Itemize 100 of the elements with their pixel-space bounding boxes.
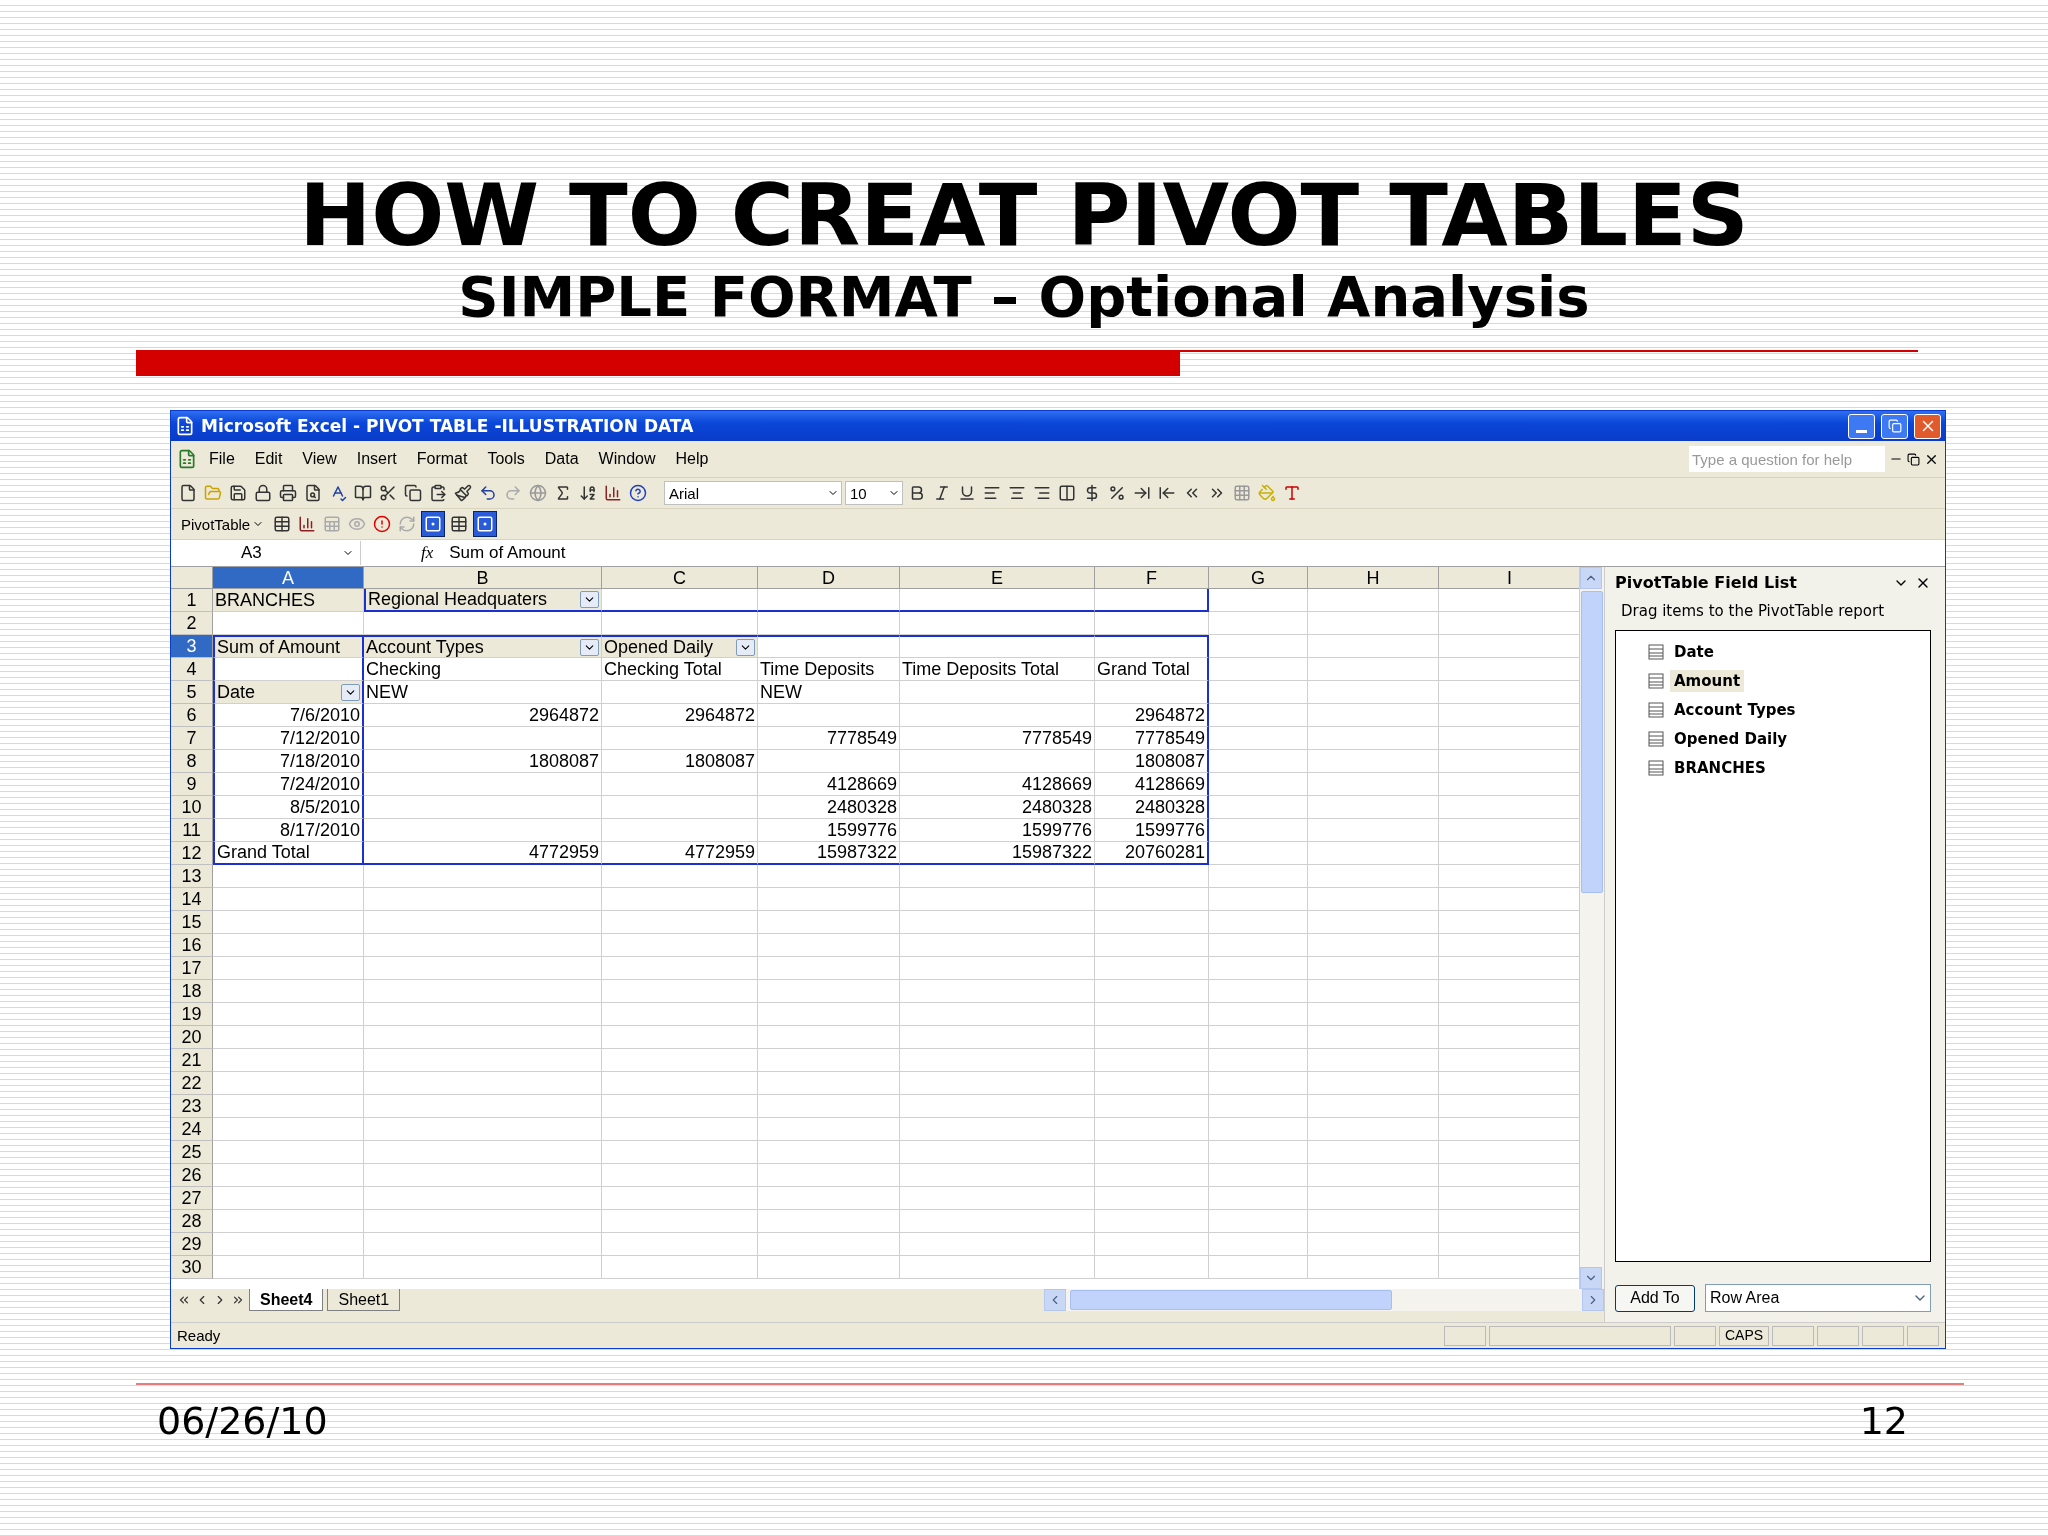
window-icon[interactable] bbox=[476, 515, 495, 533]
chart-icon[interactable] bbox=[604, 484, 622, 502]
pivot-field-cell[interactable]: Sum of Amount bbox=[213, 635, 364, 658]
column-header[interactable]: I bbox=[1439, 567, 1579, 589]
row-header[interactable]: 24 bbox=[171, 1118, 213, 1141]
menu-item[interactable]: File bbox=[201, 448, 243, 470]
row-header[interactable]: 7 bbox=[171, 727, 213, 750]
row-header[interactable]: 29 bbox=[171, 1233, 213, 1256]
scroll-right-button[interactable] bbox=[1582, 1289, 1604, 1311]
minimize-button[interactable] bbox=[1848, 413, 1875, 439]
copy-icon[interactable] bbox=[404, 484, 422, 502]
row-header[interactable]: 12 bbox=[171, 842, 213, 865]
restore-button[interactable] bbox=[1881, 413, 1908, 439]
cut-icon[interactable] bbox=[379, 484, 397, 502]
column-header[interactable]: A bbox=[213, 567, 364, 589]
dropdown-button[interactable] bbox=[580, 591, 599, 608]
row-header[interactable]: 20 bbox=[171, 1026, 213, 1049]
column-header[interactable]: G bbox=[1209, 567, 1308, 589]
italic-icon[interactable] bbox=[933, 484, 951, 502]
row-header[interactable]: 9 bbox=[171, 773, 213, 796]
menu-item[interactable]: Format bbox=[408, 448, 476, 470]
field-item[interactable]: Opened Daily bbox=[1670, 728, 1792, 750]
field-item[interactable]: Account Types bbox=[1670, 699, 1800, 721]
row-header[interactable]: 28 bbox=[171, 1210, 213, 1233]
menu-item[interactable]: Data bbox=[536, 448, 587, 470]
field-item[interactable]: Amount bbox=[1670, 670, 1745, 692]
area-select[interactable]: Row Area bbox=[1705, 1284, 1931, 1312]
menu-item[interactable]: View bbox=[294, 448, 345, 470]
percent-icon[interactable] bbox=[1108, 484, 1126, 502]
row-header[interactable]: 30 bbox=[171, 1256, 213, 1279]
row-header[interactable]: 14 bbox=[171, 888, 213, 911]
row-header[interactable]: 5 bbox=[171, 681, 213, 704]
row-header[interactable]: 23 bbox=[171, 1095, 213, 1118]
book-icon[interactable] bbox=[354, 484, 372, 502]
row-header[interactable]: 16 bbox=[171, 934, 213, 957]
menu-item[interactable]: Tools bbox=[479, 448, 533, 470]
corner-cell[interactable] bbox=[171, 567, 213, 589]
scroll-thumb[interactable] bbox=[1581, 591, 1603, 893]
sheet-tab[interactable]: Sheet1 bbox=[327, 1289, 401, 1311]
save-icon[interactable] bbox=[229, 484, 247, 502]
underline-icon[interactable] bbox=[958, 484, 976, 502]
row-header[interactable]: 26 bbox=[171, 1164, 213, 1187]
scroll-down-button[interactable] bbox=[1580, 1267, 1602, 1289]
last-sheet-icon[interactable] bbox=[231, 1293, 245, 1307]
row-header[interactable]: 25 bbox=[171, 1141, 213, 1164]
font-color-icon[interactable] bbox=[1283, 484, 1301, 502]
pivot-field-cell[interactable]: BRANCHES bbox=[213, 589, 364, 612]
dropdown-button[interactable] bbox=[736, 638, 755, 656]
column-header[interactable]: C bbox=[602, 567, 758, 589]
horizontal-scrollbar[interactable] bbox=[1044, 1289, 1604, 1311]
paste-icon[interactable] bbox=[429, 484, 447, 502]
table-icon[interactable] bbox=[273, 515, 292, 533]
scroll-up-button[interactable] bbox=[1580, 567, 1602, 589]
row-header[interactable]: 13 bbox=[171, 865, 213, 888]
dropdown-button[interactable] bbox=[580, 638, 599, 656]
alert-icon[interactable] bbox=[373, 515, 392, 533]
undo-icon[interactable] bbox=[479, 484, 497, 502]
row-header[interactable]: 22 bbox=[171, 1072, 213, 1095]
merge-icon[interactable] bbox=[1058, 484, 1076, 502]
menu-item[interactable]: Edit bbox=[246, 448, 291, 470]
restore-icon[interactable] bbox=[1907, 452, 1920, 466]
row-header[interactable]: 19 bbox=[171, 1003, 213, 1026]
column-header[interactable]: H bbox=[1308, 567, 1439, 589]
table-icon[interactable] bbox=[450, 515, 469, 533]
close-button[interactable] bbox=[1914, 413, 1941, 439]
row-header[interactable]: 2 bbox=[171, 612, 213, 635]
function-label[interactable]: fx bbox=[421, 543, 434, 563]
row-header[interactable]: 27 bbox=[171, 1187, 213, 1210]
help-icon[interactable] bbox=[629, 484, 647, 502]
row-header[interactable]: 18 bbox=[171, 980, 213, 1003]
chart-icon[interactable] bbox=[298, 515, 317, 533]
row-header[interactable]: 15 bbox=[171, 911, 213, 934]
first-sheet-icon[interactable] bbox=[177, 1293, 191, 1307]
increase-decimal-icon[interactable] bbox=[1133, 484, 1151, 502]
align-right-icon[interactable] bbox=[1033, 484, 1051, 502]
print-icon[interactable] bbox=[279, 484, 297, 502]
field-list-icon[interactable] bbox=[424, 515, 443, 533]
scroll-thumb[interactable] bbox=[1070, 1290, 1392, 1310]
font-select[interactable]: Arial bbox=[664, 481, 842, 505]
align-left-icon[interactable] bbox=[983, 484, 1001, 502]
row-header[interactable]: 10 bbox=[171, 796, 213, 819]
row-header[interactable]: 4 bbox=[171, 658, 213, 681]
field-item[interactable]: Date bbox=[1670, 641, 1718, 663]
print-preview-icon[interactable] bbox=[304, 484, 322, 502]
row-header[interactable]: 1 bbox=[171, 589, 213, 612]
column-header[interactable]: B bbox=[364, 567, 602, 589]
row-header[interactable]: 3 bbox=[171, 635, 213, 658]
menu-item[interactable]: Window bbox=[590, 448, 664, 470]
sheet-tab[interactable]: Sheet4 bbox=[249, 1289, 324, 1311]
menu-item[interactable]: Insert bbox=[348, 448, 405, 470]
new-file-icon[interactable] bbox=[179, 484, 197, 502]
column-header[interactable]: E bbox=[900, 567, 1095, 589]
sort-icon[interactable] bbox=[579, 484, 597, 502]
row-header[interactable]: 11 bbox=[171, 819, 213, 842]
decrease-decimal-icon[interactable] bbox=[1158, 484, 1176, 502]
row-header[interactable]: 17 bbox=[171, 957, 213, 980]
scroll-left-button[interactable] bbox=[1044, 1289, 1066, 1311]
add-to-button[interactable]: Add To bbox=[1615, 1284, 1695, 1312]
align-center-icon[interactable] bbox=[1008, 484, 1026, 502]
name-box[interactable]: A3 bbox=[171, 541, 361, 565]
